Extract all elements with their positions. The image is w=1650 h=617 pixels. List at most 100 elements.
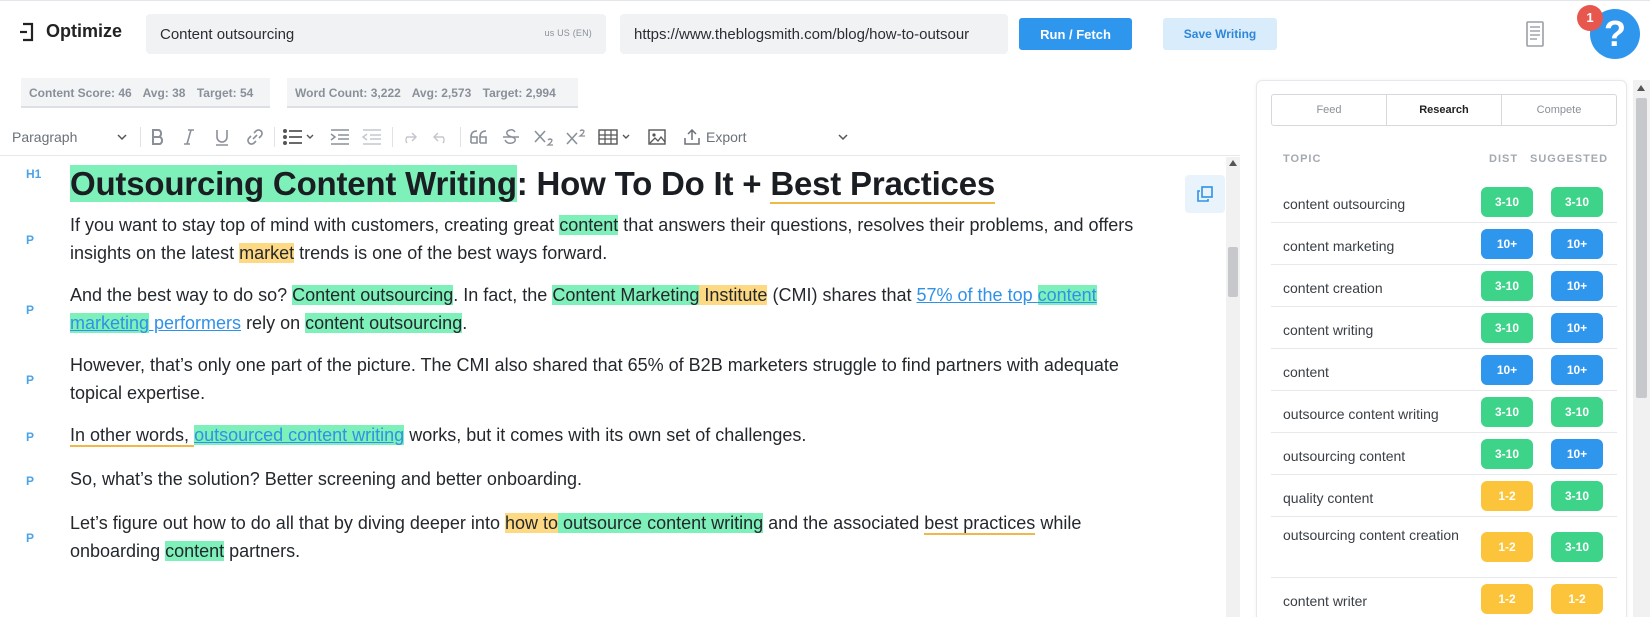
topic-row[interactable]: content marketing 10+ 10+ — [1271, 223, 1617, 265]
toolbar-divider — [274, 127, 275, 147]
topic-name: content creation — [1283, 280, 1383, 296]
paragraph[interactable]: However, that’s only one part of the pic… — [70, 351, 1170, 407]
bold-button[interactable] — [150, 118, 166, 156]
topic-name: outsourcing content creation — [1283, 527, 1459, 543]
topic-row[interactable]: outsourcing content creation 1-2 3-10 — [1271, 517, 1617, 578]
content-score-stat: Content Score: 46 Avg: 38 Target: 54 — [21, 78, 270, 108]
superscript-icon — [566, 129, 585, 145]
suggested-badge: 10+ — [1551, 313, 1603, 343]
chevron-down-icon — [838, 134, 848, 141]
indent-button[interactable] — [330, 118, 350, 156]
strikethrough-icon — [503, 129, 519, 144]
block-tag-p: P — [26, 373, 35, 387]
link-button[interactable] — [246, 118, 264, 156]
url-value: https://www.theblogsmith.com/blog/how-to… — [634, 26, 970, 43]
paragraph[interactable]: In other words, outsourced content writi… — [70, 421, 1170, 449]
topic-row[interactable]: content outsourcing 3-10 3-10 — [1271, 181, 1617, 223]
hyperlink[interactable]: 57% of the top — [917, 285, 1038, 305]
export-button[interactable]: Export — [684, 118, 746, 156]
suggested-badge: 3-10 — [1551, 397, 1603, 427]
dist-badge: 3-10 — [1481, 313, 1533, 343]
quote-icon — [470, 130, 487, 144]
subscript-icon — [534, 130, 553, 146]
topic-row[interactable]: content writer 1-2 1-2 — [1271, 578, 1617, 617]
topic-row[interactable]: content creation 3-10 10+ — [1271, 265, 1617, 307]
content-score-avg: Avg: 38 — [142, 86, 186, 100]
keyword-highlight: content outsourcing — [305, 313, 463, 333]
italic-icon — [184, 129, 194, 145]
content-score-value: Content Score: 46 — [29, 86, 132, 100]
keyword-highlight: Outsourcing Content Writing — [70, 165, 517, 202]
word-count-stat: Word Count: 3,222 Avg: 2,573 Target: 2,9… — [287, 78, 578, 108]
scroll-up-arrow-icon[interactable] — [1229, 160, 1237, 166]
run-fetch-button[interactable]: Run / Fetch — [1019, 18, 1132, 50]
topic-row[interactable]: content 10+ 10+ — [1271, 349, 1617, 391]
scrollbar-thumb[interactable] — [1228, 247, 1238, 297]
italic-button[interactable] — [182, 118, 196, 156]
document-heading[interactable]: Outsourcing Content Writing: How To Do I… — [70, 165, 995, 204]
text: and the associated — [763, 513, 925, 533]
dist-badge: 10+ — [1481, 229, 1533, 259]
toolbar-divider — [392, 127, 393, 147]
hyperlink[interactable]: outsourced content writing — [194, 425, 405, 445]
app-logo[interactable]: Optimize — [20, 21, 122, 42]
subscript-button[interactable] — [534, 118, 556, 156]
topic-row[interactable]: quality content 1-2 3-10 — [1271, 475, 1617, 517]
tab-compete[interactable]: Compete — [1502, 95, 1616, 125]
locale-selector[interactable]: us US (EN) — [544, 28, 592, 38]
more-options-dropdown[interactable] — [838, 118, 848, 156]
paragraph[interactable]: So, what’s the solution? Better screenin… — [70, 465, 1170, 493]
column-header-suggested: SUGGESTED — [1530, 153, 1609, 165]
notification-badge: 1 — [1577, 5, 1603, 31]
topic-row[interactable]: content writing 3-10 10+ — [1271, 307, 1617, 349]
word-count-target: Target: 2,994 — [482, 86, 556, 100]
editor-scrollbar[interactable] — [1226, 157, 1240, 617]
text: . In fact, the — [453, 285, 553, 305]
tab-research[interactable]: Research — [1387, 95, 1502, 125]
heading-text: : How To Do It + — [516, 165, 771, 202]
blockquote-button[interactable] — [470, 118, 488, 156]
text: rely on — [241, 313, 306, 333]
keyword-input[interactable]: Content outsourcing us US (EN) — [146, 14, 606, 54]
superscript-button[interactable] — [566, 118, 588, 156]
redo-button[interactable] — [400, 118, 418, 156]
paragraph[interactable]: If you want to stay top of mind with cus… — [70, 211, 1170, 267]
topic-row[interactable]: outsource content writing 3-10 3-10 — [1271, 391, 1617, 433]
panel-scrollbar[interactable] — [1633, 80, 1650, 617]
scrollbar-thumb[interactable] — [1636, 98, 1647, 398]
bullet-list-button[interactable] — [282, 118, 316, 156]
topic-name: outsource content writing — [1283, 406, 1439, 422]
suggested-badge: 3-10 — [1551, 481, 1603, 511]
outdent-button[interactable] — [362, 118, 382, 156]
image-icon — [648, 129, 666, 145]
keyword-highlight: content — [165, 541, 225, 561]
word-count-avg: Avg: 2,573 — [411, 86, 472, 100]
image-button[interactable] — [648, 118, 666, 156]
save-writing-button[interactable]: Save Writing — [1163, 18, 1277, 50]
block-format-select[interactable]: Paragraph — [12, 118, 132, 156]
document-icon[interactable] — [1525, 21, 1545, 47]
block-tag-p: P — [26, 233, 35, 247]
undo-button[interactable] — [432, 118, 450, 156]
hyperlink[interactable]: performers — [149, 313, 241, 333]
underline-button[interactable] — [214, 118, 230, 156]
scroll-up-arrow-icon[interactable] — [1637, 85, 1645, 91]
app-title: Optimize — [46, 21, 123, 41]
editor-content[interactable]: H1 P P P P P P Outsourcing Content Writi… — [0, 157, 1226, 617]
url-input[interactable]: https://www.theblogsmith.com/blog/how-to… — [620, 14, 1008, 54]
topic-name: content marketing — [1283, 238, 1395, 254]
link-icon — [247, 129, 263, 145]
keyword-highlight: Content Marketing — [552, 285, 700, 305]
paragraph[interactable]: Let’s figure out how to do all that by d… — [70, 509, 1170, 565]
strikethrough-button[interactable] — [502, 118, 520, 156]
topic-row[interactable]: outsourcing content 3-10 10+ — [1271, 433, 1617, 475]
tab-feed[interactable]: Feed — [1272, 95, 1387, 125]
column-header-topic: TOPIC — [1283, 153, 1322, 165]
table-button[interactable] — [598, 118, 634, 156]
copy-button[interactable] — [1185, 175, 1225, 213]
chevron-down-icon — [117, 134, 127, 141]
paragraph[interactable]: And the best way to do so? Content outso… — [70, 281, 1170, 337]
block-tag-h1: H1 — [26, 167, 42, 181]
keyword-highlight: content — [559, 215, 619, 235]
block-format-value: Paragraph — [12, 129, 78, 145]
